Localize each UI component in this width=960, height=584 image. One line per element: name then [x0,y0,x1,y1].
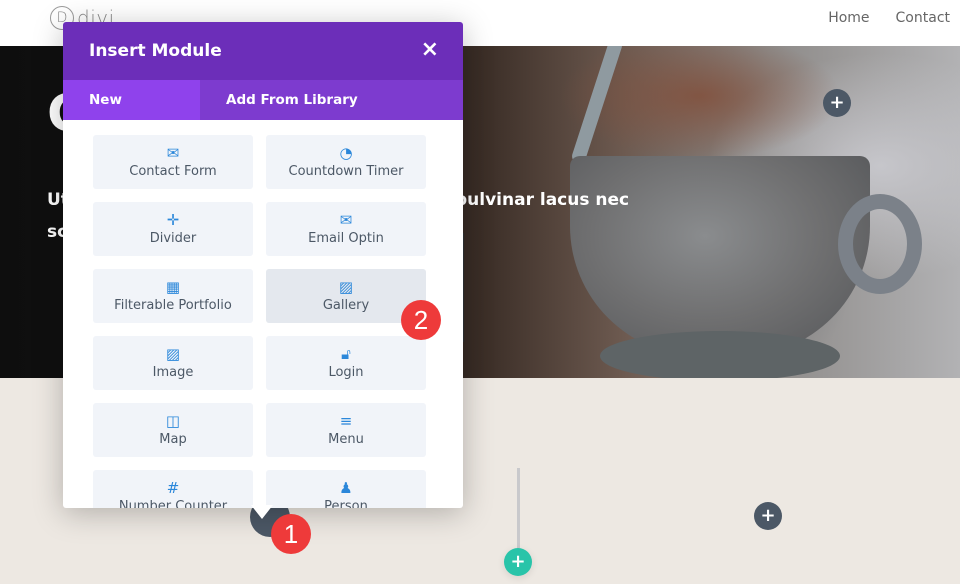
hero-image-cup-handle [838,194,922,294]
module-label: Contact Form [129,164,217,179]
timer-icon: ◔ [339,144,353,162]
close-icon[interactable]: × [421,38,439,62]
module-image[interactable]: ▨ Image [93,336,253,390]
add-module-button-column[interactable]: + [754,502,782,530]
main-nav: Home Contact [828,10,950,26]
row-divider-line [517,468,520,548]
tab-new-module[interactable]: New Module [63,80,200,148]
add-row-button[interactable]: + [504,548,532,576]
module-label: Menu [328,432,364,447]
module-label: Login [328,365,364,380]
envelope-icon: ✉ [166,144,180,162]
module-filterable-portfolio[interactable]: ▦ Filterable Portfolio [93,269,253,323]
modal-header: Insert Module × [63,22,463,80]
lock-icon: 🔓︎ [341,345,351,363]
nav-link-home[interactable]: Home [828,10,869,26]
insert-module-modal: Insert Module × New Module Add From Libr… [63,22,463,508]
module-label: Filterable Portfolio [114,298,232,313]
map-icon: ◫ [165,412,181,430]
hash-icon: # [166,479,180,497]
nav-link-contact[interactable]: Contact [896,10,950,26]
image-icon: ▨ [165,345,181,363]
modal-pointer-arrow [251,505,273,519]
module-countdown-timer[interactable]: ◔ Countdown Timer [266,135,426,189]
menu-icon: ≡ [339,412,353,430]
divider-icon: ✛ [166,211,180,229]
tab-add-from-library[interactable]: Add From Library [200,80,384,120]
person-icon: ♟ [339,479,353,497]
modal-tabs: New Module Add From Library [63,80,463,148]
portfolio-grid-icon: ▦ [165,278,181,296]
gallery-icon: ▨ [338,278,354,296]
module-menu[interactable]: ≡ Menu [266,403,426,457]
add-module-button-hero[interactable]: + [823,89,851,117]
module-map[interactable]: ◫ Map [93,403,253,457]
module-email-optin[interactable]: ✉ Email Optin [266,202,426,256]
module-divider[interactable]: ✛ Divider [93,202,253,256]
envelope-icon: ✉ [339,211,353,229]
module-label: Email Optin [308,231,384,246]
module-label: Person [324,499,368,508]
module-label: Number Counter [118,499,228,508]
hero-text-line1-right: pulvinar lacus nec [455,190,630,210]
modal-title: Insert Module [89,41,222,61]
module-login[interactable]: 🔓︎ Login [266,336,426,390]
module-number-counter[interactable]: # Number Counter [93,470,253,508]
step-badge-2: 2 [401,300,441,340]
module-label: Image [152,365,194,380]
module-contact-form[interactable]: ✉ Contact Form [93,135,253,189]
module-label: Map [159,432,187,447]
module-grid: ✉ Contact Form ◔ Countdown Timer ✛ Divider ✉ Em… [93,135,426,508]
module-person[interactable]: ♟ Person [266,470,426,508]
hero-image-spoon [570,46,624,165]
step-badge-1: 1 [271,514,311,554]
module-label: Divider [149,231,197,246]
hero-image-saucer [600,331,840,378]
module-label: Countdown Timer [288,164,404,179]
